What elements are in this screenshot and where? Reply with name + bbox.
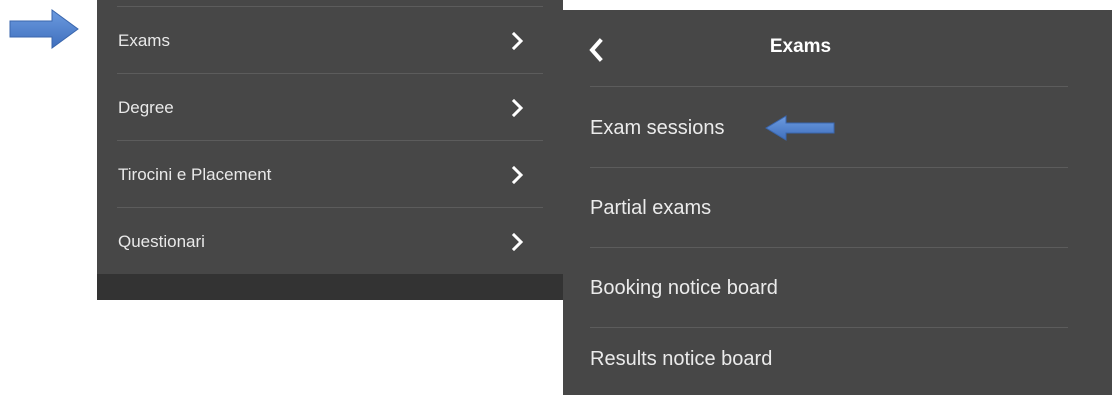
submenu-item-label: Results notice board (590, 347, 773, 370)
menu-item-tirocini[interactable]: Tirocini e Placement (97, 141, 563, 208)
submenu-item-booking-notice-board[interactable]: Booking notice board (563, 248, 1112, 328)
submenu-item-label: Partial exams (590, 196, 712, 219)
menu-item-degree[interactable]: Degree (97, 74, 563, 141)
chevron-right-icon (511, 98, 524, 117)
menu-item-label: Tirocini e Placement (118, 164, 272, 184)
menu-item-label: Questionari (118, 231, 205, 251)
menu-item-label: Exams (118, 30, 170, 50)
submenu-item-label: Booking notice board (590, 276, 778, 299)
submenu-item-partial-exams[interactable]: Partial exams (563, 168, 1112, 248)
main-menu-panel: Exams Degree Tirocini e Placement Questi… (97, 0, 563, 300)
submenu-header: Exams (563, 10, 1112, 87)
exams-submenu-panel: Exams Exam sessions Partial exams Bookin… (563, 10, 1112, 395)
chevron-right-icon (511, 31, 524, 50)
chevron-right-icon (511, 165, 524, 184)
menu-item-label: Degree (118, 97, 174, 117)
pointer-arrow-icon-right (764, 113, 836, 143)
menu-item-questionari[interactable]: Questionari (97, 208, 563, 275)
chevron-right-icon (511, 232, 524, 251)
divider (590, 86, 1068, 87)
submenu-title: Exams (769, 36, 832, 57)
submenu-item-results-notice-board[interactable]: Results notice board (563, 328, 1112, 390)
pointer-arrow-icon-left (8, 8, 80, 50)
submenu-item-exam-sessions[interactable]: Exam sessions (563, 88, 1112, 168)
submenu-item-label: Exam sessions (590, 116, 725, 139)
menu-item-exams[interactable]: Exams (97, 7, 563, 74)
menu-footer (97, 274, 563, 300)
